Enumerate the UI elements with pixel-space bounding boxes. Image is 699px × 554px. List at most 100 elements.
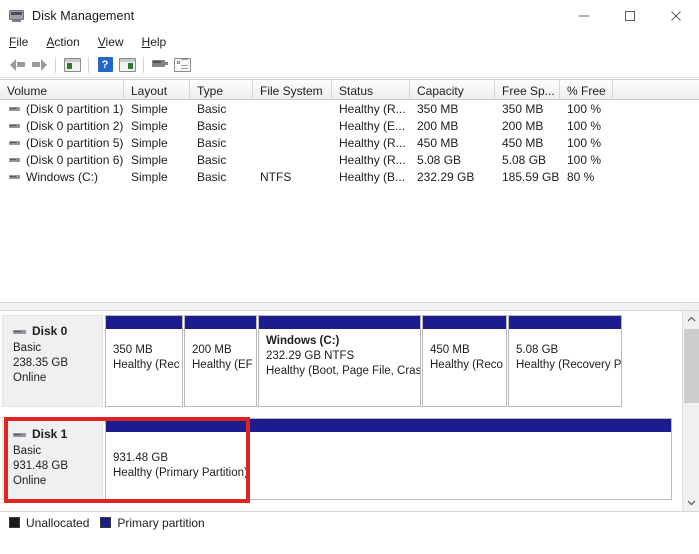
cell-type: Basic xyxy=(197,135,227,150)
volume-icon xyxy=(9,154,20,165)
legend-label-unallocated: Unallocated xyxy=(26,515,90,530)
volume-list-body[interactable]: (Disk 0 partition 1) Simple Basic Health… xyxy=(0,100,699,302)
disk-management-window: Disk Management File Action View Help ? xyxy=(0,0,699,554)
show-hide-action-pane-icon[interactable] xyxy=(116,54,138,75)
help-icon[interactable]: ? xyxy=(94,54,116,75)
toolbar-divider xyxy=(0,77,699,78)
partition-status: Healthy (EF xyxy=(192,359,253,371)
cell-layout: Simple xyxy=(131,135,168,150)
column-header-file-system[interactable]: File System xyxy=(253,80,332,99)
table-row[interactable]: Windows (C:) Simple Basic NTFS Healthy (… xyxy=(0,168,699,185)
volume-list-header: Volume Layout Type File System Status Ca… xyxy=(0,79,699,100)
disk-info-disk-1[interactable]: Disk 1 Basic 931.48 GB Online xyxy=(2,418,103,500)
partition-text: 450 MB Healthy (Reco xyxy=(423,330,506,373)
cell-percent-free: 100 % xyxy=(567,101,602,116)
partition-block[interactable]: 931.48 GB Healthy (Primary Partition) xyxy=(105,418,672,500)
minimize-icon[interactable] xyxy=(561,0,607,31)
partition-size: 350 MB xyxy=(113,344,153,356)
cell-status: Healthy (R... xyxy=(339,101,406,116)
disk-row-disk-0[interactable]: Disk 0 Basic 238.35 GB Online 350 MB Hea… xyxy=(0,315,672,407)
partition-block[interactable]: Windows (C:) 232.29 GB NTFS Healthy (Boo… xyxy=(258,315,421,407)
cell-type: Basic xyxy=(197,169,227,184)
partition-title: Windows (C:) xyxy=(266,335,340,347)
graphical-disk-view: Disk 0 Basic 238.35 GB Online 350 MB Hea… xyxy=(0,311,699,511)
rescan-disks-icon[interactable] xyxy=(149,54,171,75)
disk-state: Online xyxy=(13,475,47,487)
cell-type: Basic xyxy=(197,118,227,133)
partitions-disk-1: 931.48 GB Healthy (Primary Partition) xyxy=(105,418,672,500)
column-header-percent-free[interactable]: % Free xyxy=(560,80,613,99)
menu-view-accel: V xyxy=(97,34,106,49)
partition-status: Healthy (Boot, Page File, Crash xyxy=(266,365,420,377)
menu-view[interactable]: View xyxy=(98,33,133,51)
partition-block[interactable]: 200 MB Healthy (EF xyxy=(184,315,257,407)
partition-status: Healthy (Recovery Pa xyxy=(516,359,621,371)
menu-help-accel: H xyxy=(141,34,151,49)
cell-capacity: 350 MB xyxy=(417,101,459,116)
column-header-type[interactable]: Type xyxy=(190,80,253,99)
table-row[interactable]: (Disk 0 partition 6) Simple Basic Health… xyxy=(0,151,699,168)
legend-swatch-primary-partition xyxy=(100,517,112,528)
partition-text: 5.08 GB Healthy (Recovery Pa xyxy=(509,330,621,373)
volume-icon xyxy=(9,137,20,148)
table-row[interactable]: (Disk 0 partition 2) Simple Basic Health… xyxy=(0,117,699,134)
menu-file-rest: ile xyxy=(16,34,29,49)
scrollbar-thumb[interactable] xyxy=(684,329,699,403)
column-header-filler[interactable] xyxy=(613,80,699,99)
disk-type: Basic xyxy=(13,445,42,457)
partitions-disk-0: 350 MB Healthy (Rec 200 MB Healthy (EF W… xyxy=(105,315,672,407)
column-header-volume[interactable]: Volume xyxy=(0,80,124,99)
maximize-icon[interactable] xyxy=(607,0,653,31)
column-header-status[interactable]: Status xyxy=(332,80,410,99)
cell-volume-label: (Disk 0 partition 2) xyxy=(26,118,124,133)
forward-arrow-icon[interactable] xyxy=(28,54,50,75)
partition-bar xyxy=(259,316,420,330)
partition-block[interactable]: 5.08 GB Healthy (Recovery Pa xyxy=(508,315,622,407)
partition-bar xyxy=(423,316,506,330)
toolbar-separator-2 xyxy=(88,56,89,73)
cell-volume: (Disk 0 partition 2) xyxy=(0,119,124,133)
partition-bar xyxy=(509,316,621,330)
legend-item-unallocated: Unallocated xyxy=(9,516,89,530)
cell-volume: Windows (C:) xyxy=(0,170,124,184)
toolbar-separator-1 xyxy=(55,56,56,73)
show-hide-console-tree-icon[interactable] xyxy=(61,54,83,75)
partition-bar xyxy=(106,316,182,330)
partition-block[interactable]: 350 MB Healthy (Rec xyxy=(105,315,183,407)
status-bar xyxy=(0,533,699,554)
cell-layout: Simple xyxy=(131,101,168,116)
toolbar: ? xyxy=(0,52,699,77)
cell-capacity: 200 MB xyxy=(417,118,459,133)
properties-icon[interactable] xyxy=(171,54,193,75)
window-controls xyxy=(561,0,699,31)
partition-size: 200 MB xyxy=(192,344,232,356)
close-icon[interactable] xyxy=(653,0,699,31)
cell-free-space: 200 MB xyxy=(502,118,544,133)
column-header-layout[interactable]: Layout xyxy=(124,80,190,99)
table-row[interactable]: (Disk 0 partition 1) Simple Basic Health… xyxy=(0,100,699,117)
scroll-down-icon[interactable] xyxy=(683,494,699,511)
column-header-free-space[interactable]: Free Sp... xyxy=(495,80,560,99)
cell-status: Healthy (E... xyxy=(339,118,406,133)
cell-status: Healthy (B... xyxy=(339,169,406,184)
cell-volume-label: (Disk 0 partition 1) xyxy=(26,101,124,116)
scroll-up-icon[interactable] xyxy=(683,311,699,328)
cell-volume: (Disk 0 partition 6) xyxy=(0,153,124,167)
cell-capacity: 450 MB xyxy=(417,135,459,150)
menu-action[interactable]: Action xyxy=(46,33,88,51)
volume-icon xyxy=(9,171,20,182)
disk-info-disk-0[interactable]: Disk 0 Basic 238.35 GB Online xyxy=(2,315,103,407)
menu-file[interactable]: File xyxy=(9,33,37,51)
graphical-view-scrollbar[interactable] xyxy=(682,311,699,511)
table-row[interactable]: (Disk 0 partition 5) Simple Basic Health… xyxy=(0,134,699,151)
pane-splitter[interactable] xyxy=(0,302,699,311)
volume-icon xyxy=(9,103,20,114)
disk-row-disk-1[interactable]: Disk 1 Basic 931.48 GB Online 931.48 GB … xyxy=(0,418,672,500)
cell-status: Healthy (R... xyxy=(339,135,406,150)
partition-block[interactable]: 450 MB Healthy (Reco xyxy=(422,315,507,407)
cell-percent-free: 100 % xyxy=(567,135,602,150)
cell-volume-label: (Disk 0 partition 6) xyxy=(26,152,124,167)
column-header-capacity[interactable]: Capacity xyxy=(410,80,495,99)
menu-help[interactable]: Help xyxy=(142,33,176,51)
back-arrow-icon[interactable] xyxy=(6,54,28,75)
